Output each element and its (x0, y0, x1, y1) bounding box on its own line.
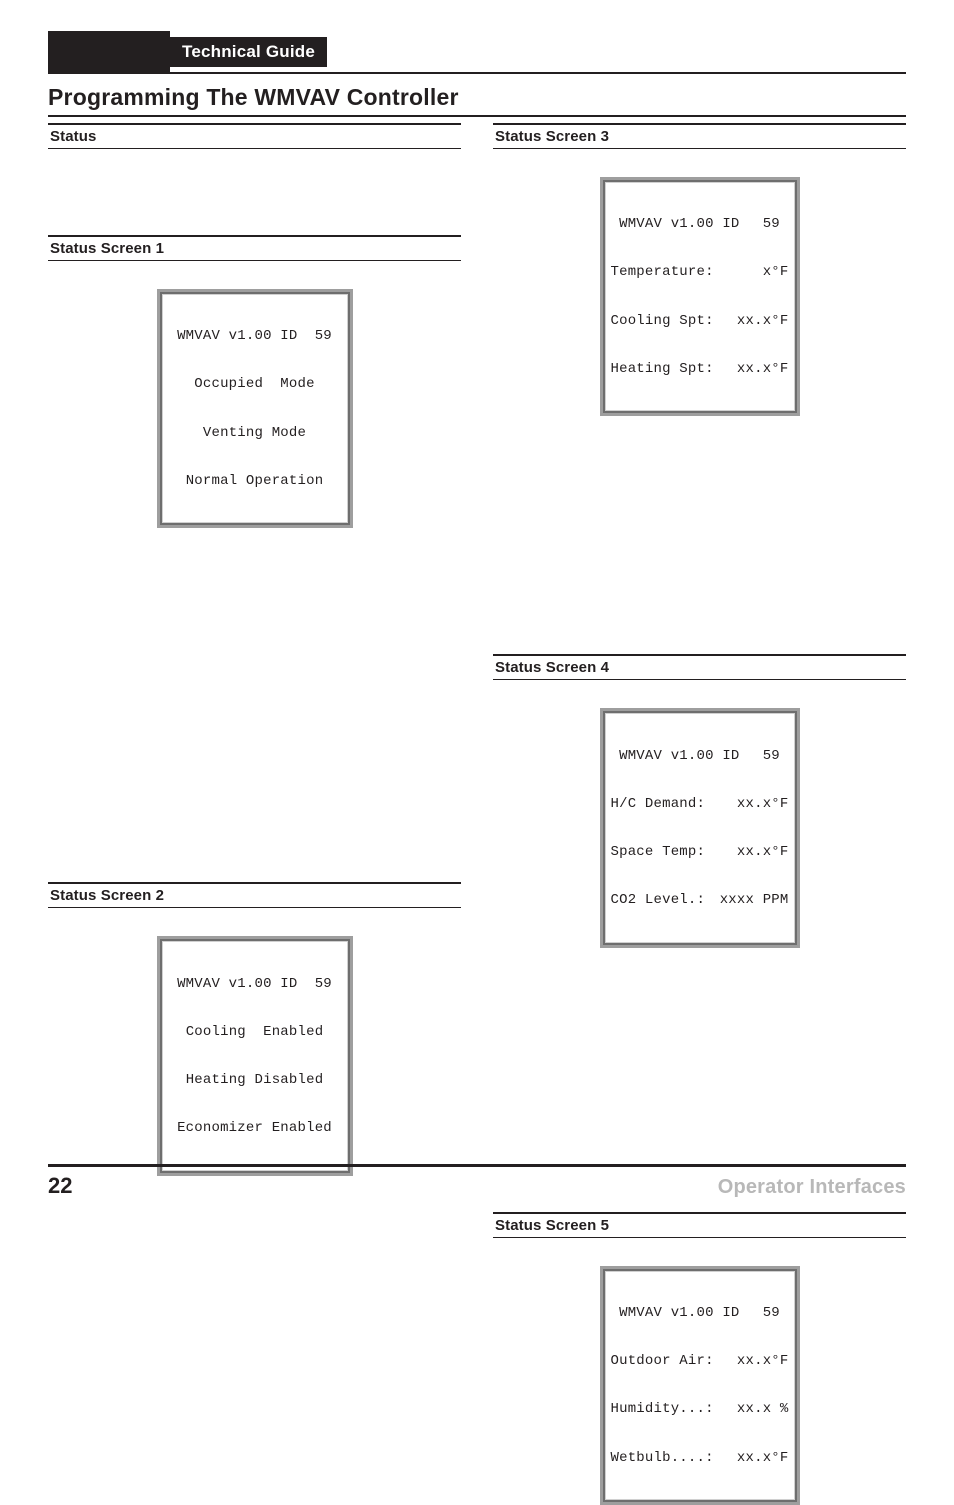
lcd-screen-5-wrap: WMVAV v1.00 ID 59 Outdoor Air: xx.x°F Humi… (493, 1266, 906, 1505)
lcd-cell-left: WMVAV v1.00 ID (611, 1305, 740, 1321)
lcd-cell-right: xxxx PPM (720, 892, 789, 908)
lcd-line: Occupied Mode (168, 376, 342, 392)
lcd-screen-3: WMVAV v1.00 ID 59 Temperature: x°F Cooling… (600, 177, 800, 416)
lcd-screen-1-wrap: WMVAV v1.00 ID 59 Occupied Mode Venting … (48, 289, 461, 528)
lcd-row: CO2 Level.: xxxx PPM (611, 892, 789, 908)
lcd-cell-right: 59 (763, 216, 789, 232)
lcd-cell-left: H/C Demand: (611, 796, 706, 812)
lcd-row: H/C Demand: xx.x°F (611, 796, 789, 812)
lcd-screen-2: WMVAV v1.00 ID 59 Cooling Enabled Heatin… (157, 936, 353, 1175)
status-screen-2-heading: Status Screen 2 (48, 882, 461, 908)
lcd-cell-right: xx.x°F (737, 844, 789, 860)
lcd-line: Economizer Enabled (168, 1120, 342, 1136)
status-screen-5-heading: Status Screen 5 (493, 1212, 906, 1238)
lcd-row: WMVAV v1.00 ID 59 (611, 216, 789, 232)
lcd-row: WMVAV v1.00 ID 59 (611, 748, 789, 764)
lcd-row: Space Temp: xx.x°F (611, 844, 789, 860)
lcd-line: WMVAV v1.00 ID 59 (168, 328, 342, 344)
lcd-cell-left: CO2 Level.: (611, 892, 706, 908)
lcd-screen-2-wrap: WMVAV v1.00 ID 59 Cooling Enabled Heatin… (48, 936, 461, 1175)
lcd-screen-1: WMVAV v1.00 ID 59 Occupied Mode Venting … (157, 289, 353, 528)
lcd-cell-right: xx.x°F (737, 313, 789, 329)
lcd-screen-5: WMVAV v1.00 ID 59 Outdoor Air: xx.x°F Humi… (600, 1266, 800, 1505)
lcd-row: Cooling Spt: xx.x°F (611, 313, 789, 329)
status-screen-1-heading: Status Screen 1 (48, 235, 461, 261)
lcd-row: Heating Spt: xx.x°F (611, 361, 789, 377)
status-heading: Status (48, 123, 461, 149)
lcd-cell-left: Cooling Spt: (611, 313, 714, 329)
lcd-cell-right: xx.x°F (737, 361, 789, 377)
page-title: Programming The WMVAV Controller (48, 84, 906, 117)
guide-title: Technical Guide (170, 37, 327, 67)
lcd-cell-right: x°F (763, 264, 789, 280)
lcd-cell-right: xx.x°F (737, 1450, 789, 1466)
lcd-cell-right: xx.x°F (737, 796, 789, 812)
lcd-row: WMVAV v1.00 ID 59 (611, 1305, 789, 1321)
page-footer: 22 Operator Interfaces (48, 1164, 906, 1199)
lcd-cell-left: WMVAV v1.00 ID (611, 216, 740, 232)
lcd-line: Cooling Enabled (168, 1024, 342, 1040)
lcd-row: Wetbulb....: xx.x°F (611, 1450, 789, 1466)
lcd-line: Heating Disabled (168, 1072, 342, 1088)
lcd-cell-left: WMVAV v1.00 ID (611, 748, 740, 764)
lcd-cell-left: Humidity...: (611, 1401, 714, 1417)
lcd-screen-3-wrap: WMVAV v1.00 ID 59 Temperature: x°F Cooling… (493, 177, 906, 416)
lcd-line: Venting Mode (168, 425, 342, 441)
lcd-cell-left: Heating Spt: (611, 361, 714, 377)
lcd-row: Temperature: x°F (611, 264, 789, 280)
lcd-cell-left: Temperature: (611, 264, 714, 280)
lcd-cell-right: xx.x % (737, 1401, 789, 1417)
lcd-line: WMVAV v1.00 ID 59 (168, 976, 342, 992)
lcd-cell-right: xx.x°F (737, 1353, 789, 1369)
header-bar: Technical Guide (48, 32, 906, 74)
lcd-line: Normal Operation (168, 473, 342, 489)
lcd-cell-right: 59 (763, 748, 789, 764)
left-column: Status Status Screen 1 WMVAV v1.00 ID 59… (48, 123, 461, 1505)
lcd-row: Outdoor Air: xx.x°F (611, 1353, 789, 1369)
status-screen-4-heading: Status Screen 4 (493, 654, 906, 680)
right-column: Status Screen 3 WMVAV v1.00 ID 59 Tempera… (493, 123, 906, 1505)
lcd-cell-left: Wetbulb....: (611, 1450, 714, 1466)
lcd-cell-right: 59 (763, 1305, 789, 1321)
lcd-screen-4-wrap: WMVAV v1.00 ID 59 H/C Demand: xx.x°F Space… (493, 708, 906, 947)
page: Technical Guide Programming The WMVAV Co… (0, 0, 954, 1235)
header-accent-box (48, 31, 170, 73)
lcd-row: Humidity...: xx.x % (611, 1401, 789, 1417)
footer-tag: Operator Interfaces (718, 1176, 906, 1199)
lcd-screen-4: WMVAV v1.00 ID 59 H/C Demand: xx.x°F Space… (600, 708, 800, 947)
page-number: 22 (48, 1173, 72, 1199)
lcd-cell-left: Outdoor Air: (611, 1353, 714, 1369)
lcd-cell-left: Space Temp: (611, 844, 706, 860)
status-screen-3-heading: Status Screen 3 (493, 123, 906, 149)
content-columns: Status Status Screen 1 WMVAV v1.00 ID 59… (48, 123, 906, 1505)
